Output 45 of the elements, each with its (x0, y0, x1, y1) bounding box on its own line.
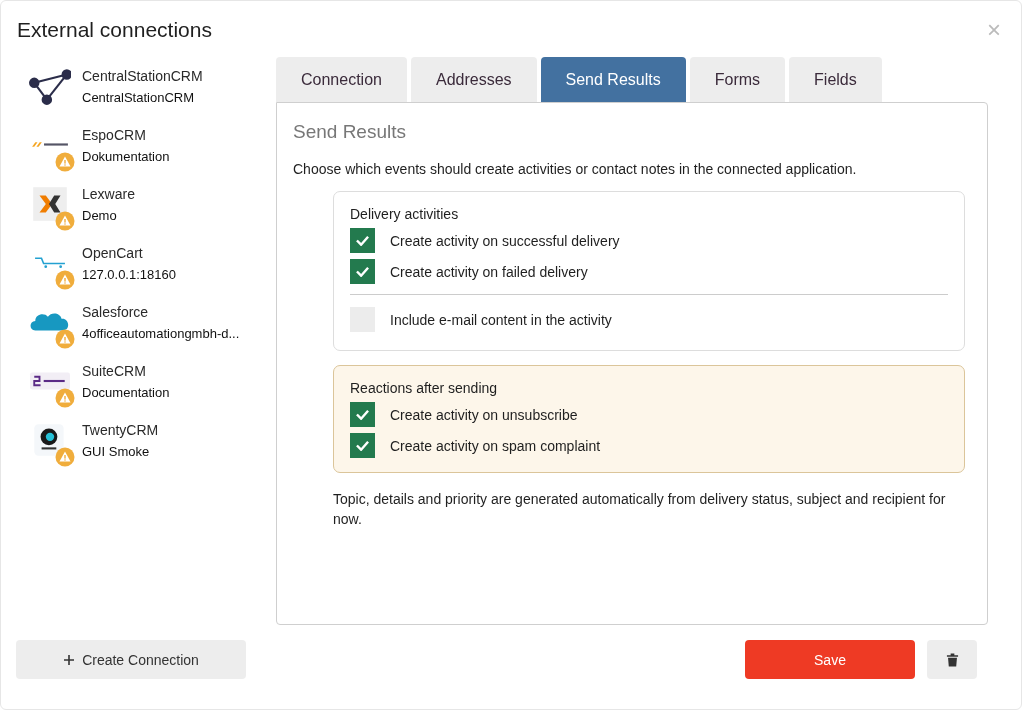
checkmark-icon (356, 409, 369, 420)
connection-detail: Dokumentation (82, 148, 170, 164)
connection-detail: CentralStationCRM (82, 89, 195, 105)
checkbox-label[interactable]: Create activity on successful delivery (390, 232, 620, 249)
connection-name[interactable]: TwentyCRM (82, 421, 159, 438)
connection-name[interactable]: EspoCRM (82, 126, 170, 143)
checkbox[interactable] (350, 228, 375, 253)
checkbox-label[interactable]: Include e-mail content in the activity (390, 311, 612, 328)
tab[interactable]: Connection (276, 57, 407, 102)
panel-title: Send Results (293, 121, 407, 143)
tab[interactable]: Send Results (540, 57, 686, 102)
connection-name[interactable]: SuiteCRM (82, 362, 170, 379)
connection-detail: 127.0.0.1:18160 (82, 266, 176, 282)
section-title: Reactions after sending (350, 380, 499, 396)
connection-detail: 4officeautomationgmbh-d... (82, 325, 240, 341)
connection-detail: Documentation (82, 384, 170, 400)
checkbox-label[interactable]: Create activity on unsubscribe (390, 406, 578, 423)
connection-detail: GUI Smoke (82, 443, 151, 459)
checkbox-label[interactable]: Create activity on failed delivery (390, 263, 588, 280)
checkbox[interactable] (350, 402, 375, 427)
logo-icon (31, 141, 69, 148)
connection-name[interactable]: CentralStationCRM (82, 67, 203, 84)
plus-icon (63, 653, 76, 666)
dialog-title: External connections (17, 18, 212, 42)
section-title: Delivery activities (350, 206, 460, 222)
checkbox-label[interactable]: Create activity on spam complaint (390, 437, 601, 454)
checkmark-icon (356, 440, 369, 451)
intro-text: Choose which events should create activities or contact notes in the connected application. (293, 161, 858, 177)
connection-detail: Demo (82, 207, 118, 223)
connection-name[interactable]: Salesforce (82, 303, 240, 320)
save-button[interactable]: Save (745, 640, 915, 679)
note-text: Topic, details and priority are generated automatically from delivery status, subject and recipient for now. (333, 490, 947, 529)
cart-icon (34, 257, 66, 269)
tab[interactable]: Fields (789, 57, 882, 102)
checkbox[interactable] (350, 259, 375, 284)
connection-name[interactable]: OpenCart (82, 244, 176, 261)
connection-name[interactable]: Lexware (82, 185, 135, 202)
delete-button[interactable] (927, 640, 977, 679)
trash-icon (945, 651, 959, 668)
tab[interactable]: Addresses (410, 57, 537, 102)
checkmark-icon (356, 266, 369, 277)
tab[interactable]: Forms (689, 57, 786, 102)
create-connection-button[interactable]: Create Connection (16, 640, 246, 679)
checkbox[interactable] (350, 433, 375, 458)
checkmark-icon (356, 235, 369, 246)
